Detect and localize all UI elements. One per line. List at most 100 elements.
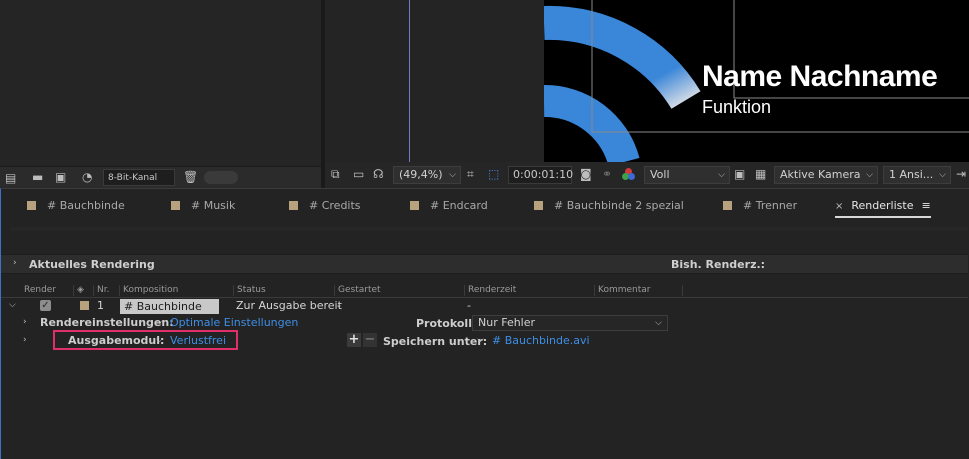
channels-icon[interactable]: [622, 168, 636, 182]
render-settings-dropdown-icon[interactable]: ⌵: [156, 317, 163, 327]
tab-endcard[interactable]: # Endcard: [410, 198, 488, 214]
column-header-render[interactable]: Render: [21, 285, 74, 296]
composition-frame: Name Nachname Funktion: [544, 0, 969, 162]
label-swatch: [410, 201, 419, 210]
column-header-number[interactable]: Nr.: [94, 285, 120, 296]
project-panel: [0, 0, 321, 166]
output-module-link[interactable]: Verlustfrei: [170, 334, 226, 347]
row-number: 1: [97, 299, 104, 312]
trash-icon[interactable]: 🗑: [183, 170, 198, 184]
output-module-row: › Ausgabemodul: ⌵ Verlustfrei + − Speich…: [1, 330, 968, 350]
tab-trenner[interactable]: # Trenner: [723, 198, 797, 214]
thumbnail-slider[interactable]: [204, 171, 238, 184]
always-preview-icon[interactable]: ⧉: [331, 167, 340, 182]
panel-menu-icon[interactable]: ≡: [921, 199, 930, 212]
current-rendering-label: Aktuelles Rendering: [29, 258, 155, 271]
viewer-guide-line: [409, 0, 410, 162]
label-swatch[interactable]: [80, 301, 89, 310]
zoom-value: (49,4%): [399, 168, 443, 181]
viewer-toolbar: ⧉ ▭ ☊ (49,4%) ⌵ ⌗ ⬚ 0:00:01:10 ◙ ⚭ Voll …: [325, 162, 969, 188]
resolution-value: Voll: [650, 168, 670, 181]
close-icon[interactable]: ×: [835, 201, 843, 212]
label-swatch: [534, 201, 543, 210]
label-swatch: [723, 201, 732, 210]
save-to-label: Speichern unter:: [383, 335, 488, 348]
render-settings-link[interactable]: Optimale Einstellungen: [170, 316, 298, 329]
current-rendering-bar[interactable]: › Aktuelles Rendering Bish. Renderz.:: [1, 254, 968, 274]
timecode-field[interactable]: 0:00:01:10: [508, 166, 573, 184]
monitor-icon[interactable]: ▭: [353, 167, 364, 181]
label-swatch: [289, 201, 298, 210]
reset-exposure-icon[interactable]: ⇥: [956, 167, 966, 181]
bit-depth-field[interactable]: 8-Bit-Kanal: [103, 169, 175, 186]
tab-credits[interactable]: # Credits: [289, 198, 361, 214]
camera-value: Aktive Kamera: [780, 168, 861, 181]
tab-musik[interactable]: # Musik: [171, 198, 235, 214]
tab-label: # Bauchbinde 2 spezial: [554, 199, 684, 212]
started-text: -: [337, 299, 341, 312]
preview-name-text: Name Nachname: [702, 60, 938, 93]
column-header-label[interactable]: ◈: [74, 285, 94, 296]
tab-renderliste[interactable]: × Renderliste ≡: [835, 198, 931, 218]
save-to-dropdown-icon[interactable]: ⌵: [477, 335, 484, 345]
mask-visibility-icon[interactable]: ☊: [373, 167, 384, 181]
status-text: Zur Ausgabe bereit: [236, 299, 342, 312]
tag-icon: ◈: [77, 285, 84, 295]
column-header-comment[interactable]: Kommentar: [595, 285, 683, 296]
remove-output-module-button[interactable]: −: [363, 333, 377, 347]
project-settings-icon[interactable]: ◔: [82, 170, 92, 184]
chevron-down-icon: ⌵: [655, 318, 662, 328]
expand-chevron-icon[interactable]: ›: [13, 258, 17, 268]
transparency-grid-icon[interactable]: ▦: [755, 167, 766, 181]
label-swatch: [171, 201, 180, 210]
resolution-dropdown[interactable]: Voll ⌵: [644, 166, 730, 184]
tab-label: Renderliste: [851, 199, 914, 212]
show-snapshot-icon[interactable]: ⚭: [602, 167, 612, 181]
render-settings-label: Rendereinstellungen:: [40, 316, 174, 329]
interpret-footage-icon[interactable]: ▤: [5, 171, 16, 185]
chevron-down-icon: ⌵: [718, 170, 725, 180]
tab-label: # Musik: [191, 199, 236, 212]
composition-name-cell[interactable]: # Bauchbinde: [120, 299, 219, 314]
column-header-status[interactable]: Status: [234, 285, 335, 296]
views-value: 1 Ansi...: [889, 168, 934, 181]
expand-chevron-icon[interactable]: ›: [23, 335, 27, 345]
render-queue-panel: # Bauchbinde # Musik # Credits # Endcard…: [0, 188, 969, 459]
new-folder-icon[interactable]: ▬: [32, 170, 43, 184]
snapshot-icon[interactable]: ◙: [580, 167, 592, 181]
collapse-chevron-icon[interactable]: ⌵: [9, 300, 16, 310]
fast-previews-icon[interactable]: ▣: [734, 167, 745, 181]
log-value: Nur Fehler: [478, 316, 536, 329]
new-composition-icon[interactable]: ▣: [55, 170, 66, 184]
tab-label: # Credits: [309, 199, 361, 212]
table-row[interactable]: ⌵ ✓ 1 # Bauchbinde Zur Ausgabe bereit - …: [1, 298, 968, 315]
render-time-text: -: [467, 299, 471, 312]
log-dropdown[interactable]: Nur Fehler ⌵: [472, 315, 668, 331]
column-header-render-time[interactable]: Renderzeit: [465, 285, 595, 296]
tab-label: # Trenner: [743, 199, 798, 212]
title-safe-icon[interactable]: ⌗: [467, 167, 474, 182]
views-dropdown[interactable]: 1 Ansi... ⌵: [883, 166, 951, 184]
output-file-link[interactable]: # Bauchbinde.avi: [492, 334, 590, 347]
zoom-dropdown[interactable]: (49,4%) ⌵: [393, 166, 461, 184]
column-header-composition[interactable]: Komposition: [120, 285, 234, 296]
label-swatch: [27, 201, 36, 210]
column-header-started[interactable]: Gestartet: [335, 285, 465, 296]
preview-role-text: Funktion: [702, 97, 772, 117]
composition-viewer[interactable]: Name Nachname Funktion: [325, 0, 969, 162]
tab-bauchbinde[interactable]: # Bauchbinde: [27, 198, 125, 214]
project-toolbar: ▤ ▬ ▣ ◔ 8-Bit-Kanal 🗑: [0, 166, 321, 189]
render-checkbox[interactable]: ✓: [40, 300, 51, 311]
expand-chevron-icon[interactable]: ›: [23, 317, 27, 327]
tab-label: # Bauchbinde: [47, 199, 125, 212]
elapsed-time-label: Bish. Renderz.:: [671, 258, 766, 271]
camera-dropdown[interactable]: Aktive Kamera ⌵: [774, 166, 878, 184]
chevron-down-icon: ⌵: [449, 170, 456, 180]
tab-label: # Endcard: [430, 199, 488, 212]
tab-bauchbinde-2-spezial[interactable]: # Bauchbinde 2 spezial: [534, 198, 684, 214]
output-module-label: Ausgabemodul:: [68, 334, 165, 347]
add-output-module-button[interactable]: +: [347, 333, 361, 347]
chevron-down-icon: ⌵: [866, 170, 873, 180]
region-of-interest-icon[interactable]: ⬚: [488, 167, 499, 181]
output-module-dropdown-icon[interactable]: ⌵: [156, 335, 163, 345]
